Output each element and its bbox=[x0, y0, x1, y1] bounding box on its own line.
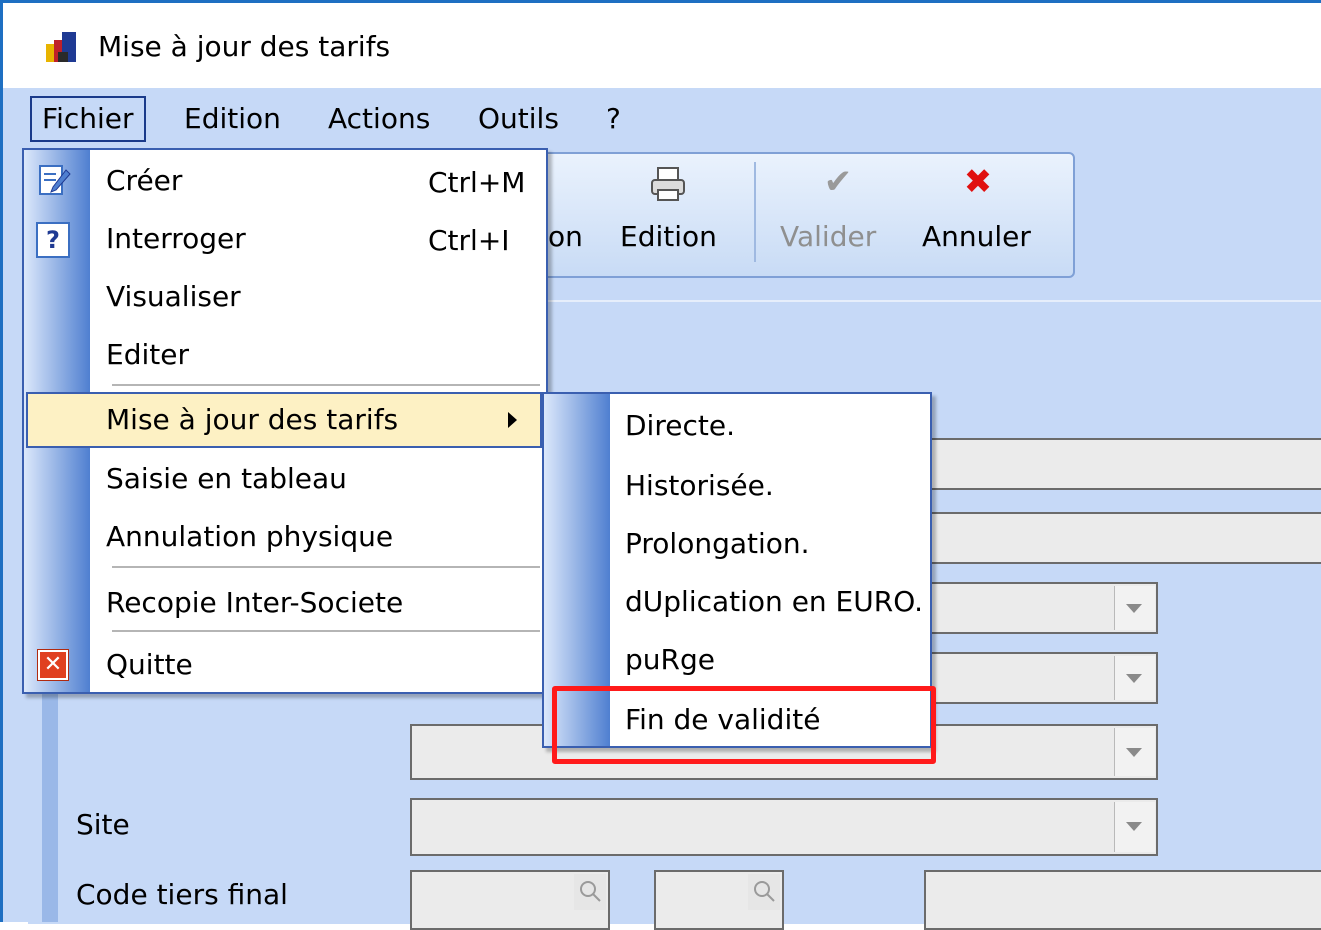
chevron-down-icon bbox=[1126, 748, 1142, 757]
menu-item-saisie-tableau[interactable]: Saisie en tableau bbox=[106, 450, 347, 508]
app-icon bbox=[42, 26, 82, 66]
text-field-2[interactable] bbox=[920, 512, 1321, 564]
submenu-arrow-icon bbox=[508, 412, 517, 428]
menu-item-editer[interactable]: Editer bbox=[106, 326, 189, 384]
menu-item-interroger[interactable]: Interroger bbox=[106, 210, 246, 268]
toolbar-partial-button-label[interactable]: on bbox=[548, 220, 583, 253]
menu-item-mise-a-jour[interactable]: Mise à jour des tarifs bbox=[106, 392, 398, 450]
menu-item-recopie[interactable]: Recopie Inter-Societe bbox=[106, 574, 403, 632]
printer-icon bbox=[642, 162, 694, 212]
annotation-highlight-box bbox=[552, 686, 936, 764]
search-icon[interactable] bbox=[574, 874, 606, 910]
menu-item-visualiser[interactable]: Visualiser bbox=[106, 268, 241, 326]
submenu-item-historisee[interactable]: Historisée. bbox=[625, 458, 774, 514]
shortcut-interroger: Ctrl+I bbox=[428, 224, 510, 257]
text-field-1[interactable] bbox=[920, 438, 1321, 490]
window-top-border bbox=[0, 0, 1321, 10]
site-dropdown[interactable] bbox=[410, 798, 1158, 856]
edit-document-icon bbox=[36, 162, 72, 198]
shortcut-creer: Ctrl+M bbox=[428, 166, 526, 199]
menu-item-quitte[interactable]: Quitte bbox=[106, 636, 193, 694]
menu-item-annulation-physique[interactable]: Annulation physique bbox=[106, 508, 393, 566]
submenu-item-prolongation[interactable]: Prolongation. bbox=[625, 516, 810, 572]
menu-separator bbox=[112, 566, 540, 568]
frame-left-edge bbox=[42, 690, 58, 922]
menu-help[interactable]: ? bbox=[596, 96, 631, 142]
question-icon: ? bbox=[36, 222, 70, 258]
submenu-item-directe[interactable]: Directe. bbox=[625, 398, 735, 454]
code-tiers-name-field[interactable] bbox=[924, 870, 1321, 930]
chevron-down-icon bbox=[1126, 822, 1142, 831]
close-icon: ✕ bbox=[37, 649, 69, 681]
submenu-item-duplication-euro[interactable]: dUplication en EURO. bbox=[625, 574, 923, 630]
window-title: Mise à jour des tarifs bbox=[98, 30, 391, 63]
edition-button[interactable]: Edition bbox=[620, 220, 717, 253]
menu-outils[interactable]: Outils bbox=[468, 96, 569, 142]
chevron-down-icon bbox=[1126, 674, 1142, 683]
menu-item-creer[interactable]: Créer bbox=[106, 152, 182, 210]
menu-edition[interactable]: Edition bbox=[174, 96, 291, 142]
annuler-button[interactable]: Annuler bbox=[922, 220, 1031, 253]
menu-fichier[interactable]: Fichier bbox=[30, 96, 146, 142]
menu-actions[interactable]: Actions bbox=[318, 96, 440, 142]
search-icon[interactable] bbox=[748, 874, 780, 910]
check-icon: ✔ bbox=[823, 162, 853, 202]
menu-separator bbox=[112, 384, 540, 386]
chevron-down-icon bbox=[1126, 604, 1142, 613]
cancel-x-icon: ✖ bbox=[963, 162, 993, 202]
site-label: Site bbox=[76, 808, 130, 841]
menu-separator bbox=[112, 630, 540, 632]
valider-button[interactable]: Valider bbox=[780, 220, 876, 253]
toolbar-separator bbox=[754, 162, 756, 262]
code-tiers-label: Code tiers final bbox=[76, 878, 288, 911]
submenu-item-purge[interactable]: puRge bbox=[625, 632, 715, 688]
